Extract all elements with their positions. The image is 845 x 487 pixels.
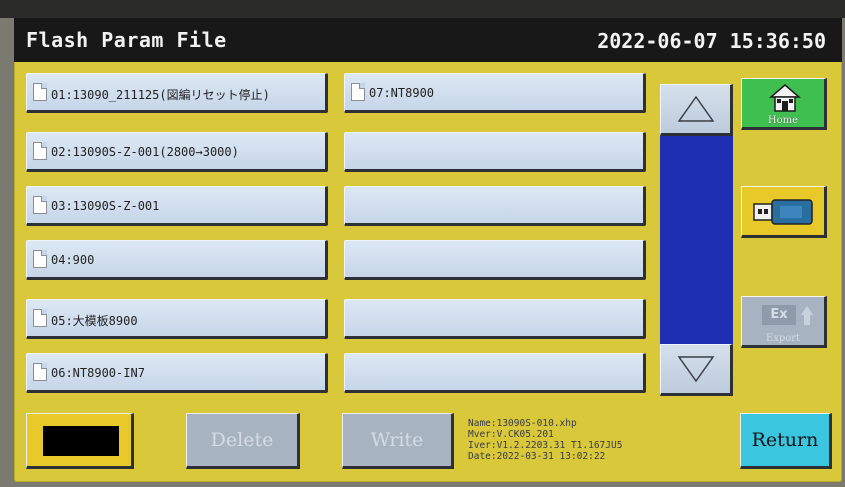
document-icon xyxy=(351,83,365,101)
triangle-down-icon xyxy=(677,356,714,383)
file-label: 07:NT8900 xyxy=(369,86,435,100)
arrow-up-icon xyxy=(801,306,813,325)
usb-button[interactable] xyxy=(741,186,827,238)
delete-button[interactable]: Delete xyxy=(186,413,300,469)
device-bezel xyxy=(0,0,845,18)
file-slot-08[interactable] xyxy=(344,132,646,172)
scroll-up-button[interactable] xyxy=(660,84,733,136)
file-info-panel: Name:13090S-010.xhp Mver:V.CK05.201 Iver… xyxy=(468,418,622,462)
file-label: 03:13090S-Z-001 xyxy=(51,199,160,213)
file-slot-10[interactable] xyxy=(344,240,646,280)
info-mver: Mver:V.CK05.201 xyxy=(468,429,554,440)
hmi-screen: Flash Param File 2022-06-07 15:36:50 01:… xyxy=(14,18,842,482)
info-name: Name:13090S-010.xhp xyxy=(468,418,577,429)
file-slot-09[interactable] xyxy=(344,186,646,226)
document-icon xyxy=(33,142,47,160)
return-button[interactable]: Return xyxy=(740,413,832,469)
export-label: Export xyxy=(765,333,801,344)
write-button[interactable]: Write xyxy=(342,413,454,469)
page-title: Flash Param File xyxy=(26,28,227,52)
file-slot-06[interactable]: 06:NT8900-IN7 xyxy=(26,353,328,393)
blank-button[interactable] xyxy=(26,413,134,469)
home-label: Home xyxy=(767,115,799,126)
file-slot-04[interactable]: 04:900 xyxy=(26,240,328,280)
document-icon xyxy=(33,196,47,214)
document-icon xyxy=(33,363,47,381)
file-label: 04:900 xyxy=(51,253,95,267)
scrollbar-track[interactable] xyxy=(660,136,733,344)
file-slot-05[interactable]: 05:大模板8900 xyxy=(26,299,328,339)
home-button[interactable]: Home xyxy=(741,78,827,130)
export-button[interactable]: Ex Export xyxy=(741,296,827,348)
info-date: Date:2022-03-31 13:02:22 xyxy=(468,451,606,462)
datetime-display: 2022-06-07 15:36:50 xyxy=(597,29,826,53)
file-slot-03[interactable]: 03:13090S-Z-001 xyxy=(26,186,328,226)
black-indicator xyxy=(43,426,119,456)
file-label: 02:13090S-Z-001(2800→3000) xyxy=(51,145,239,159)
file-slot-07[interactable]: 07:NT8900 xyxy=(344,73,646,113)
usb-drive-icon xyxy=(753,199,813,225)
scroll-down-button[interactable] xyxy=(660,344,733,396)
file-slot-12[interactable] xyxy=(344,353,646,393)
file-label: 06:NT8900-IN7 xyxy=(51,366,145,380)
export-icon: Ex xyxy=(762,305,796,325)
info-iver: Iver:V1.2.2203.31 T1.167JU5 xyxy=(468,440,623,451)
file-slot-01[interactable]: 01:13090_211125(図編リセット停止) xyxy=(26,73,328,113)
document-icon xyxy=(33,83,47,101)
house-icon xyxy=(769,84,801,112)
file-slot-11[interactable] xyxy=(344,299,646,339)
file-label: 05:大模板8900 xyxy=(51,314,138,328)
file-slot-02[interactable]: 02:13090S-Z-001(2800→3000) xyxy=(26,132,328,172)
title-bar: Flash Param File 2022-06-07 15:36:50 xyxy=(14,18,842,62)
document-icon xyxy=(33,309,47,327)
triangle-up-icon xyxy=(677,95,714,122)
document-icon xyxy=(33,250,47,268)
file-label: 01:13090_211125(図編リセット停止) xyxy=(51,88,270,102)
